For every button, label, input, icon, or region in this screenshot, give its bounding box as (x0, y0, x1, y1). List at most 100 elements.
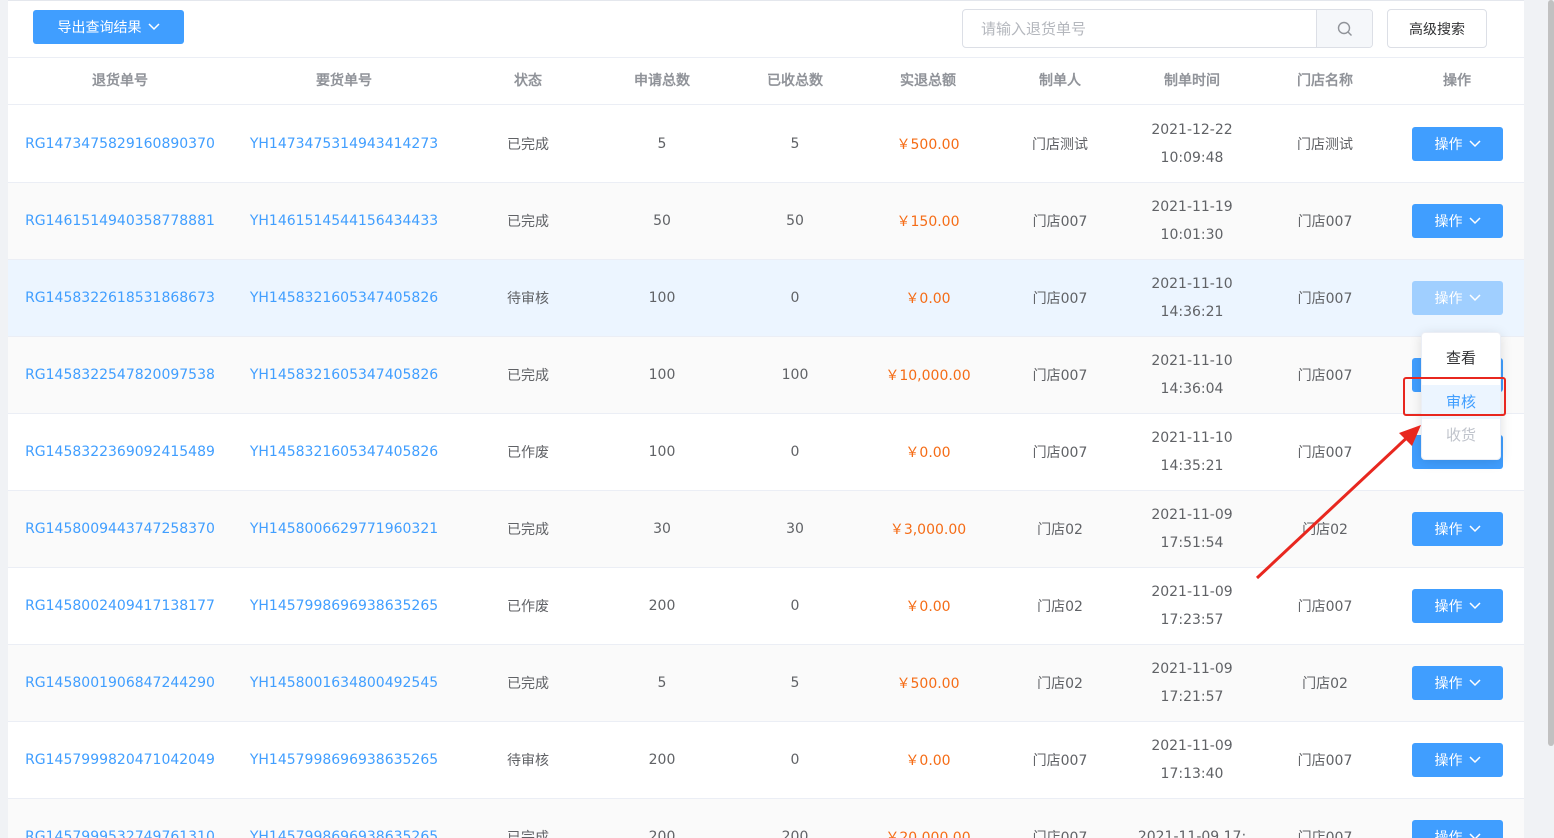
created-time-cell: 2021-11-09 17: (1137, 829, 1247, 838)
advanced-search-button[interactable]: 高级搜索 (1387, 9, 1487, 48)
received-total-cell: 0 (790, 598, 800, 614)
creator-cell: 门店02 (1037, 676, 1083, 692)
apply-total-cell: 100 (648, 444, 676, 460)
apply-total-cell: 5 (657, 136, 667, 152)
col-received-total[interactable]: 已收总数 (745, 58, 845, 104)
order-no-link[interactable]: YH1458001634800492545 (244, 645, 444, 721)
operation-button[interactable]: 操作 (1412, 743, 1503, 777)
order-no-link[interactable]: YH1457998696938635265 (244, 722, 444, 798)
chevron-down-icon (1468, 525, 1481, 533)
operation-button-label: 操作 (1434, 291, 1463, 307)
operation-button[interactable]: 操作 (1412, 820, 1503, 838)
table-row: RG1458322369092415489 YH14583216053474058… (8, 414, 1524, 491)
operation-button[interactable]: 操作 (1412, 589, 1503, 623)
status-cell: 待审核 (507, 291, 549, 307)
created-time-cell: 2021-11-09 17:21:57 (1151, 661, 1233, 705)
created-time-cell: 2021-11-09 17:51:54 (1151, 507, 1233, 551)
return-no-link[interactable]: RG1458009443747258370 (20, 491, 220, 567)
return-no-link[interactable]: RG1473475829160890370 (20, 106, 220, 182)
received-total-cell: 30 (786, 521, 804, 537)
operation-cell: 操作 (1412, 260, 1503, 336)
refund-amount-cell: ￥0.00 (905, 753, 951, 769)
chevron-down-icon (1468, 602, 1481, 610)
dropdown-item-view[interactable]: 查看 (1422, 341, 1500, 375)
received-total-cell: 50 (786, 213, 804, 229)
store-cell: 门店测试 (1297, 137, 1353, 153)
status-cell: 已完成 (507, 676, 549, 692)
refund-amount-cell: ￥500.00 (896, 676, 960, 692)
status-cell: 已完成 (507, 830, 549, 838)
chevron-down-icon (147, 23, 160, 31)
created-time-cell: 2021-12-22 10:09:48 (1151, 122, 1233, 166)
status-cell: 已完成 (507, 137, 549, 153)
table-row: RG1458322547820097538 YH14583216053474058… (8, 337, 1524, 414)
refund-amount-cell: ￥150.00 (896, 214, 960, 230)
operation-cell: 操作 (1412, 799, 1503, 838)
order-no-link[interactable]: YH1461514544156434433 (244, 183, 444, 259)
operation-button[interactable]: 操作 (1412, 512, 1503, 546)
operation-button-label: 操作 (1434, 214, 1463, 230)
order-no-link[interactable]: YH1458006629771960321 (244, 491, 444, 567)
return-no-link[interactable]: RG1457999532749761310 (20, 799, 220, 838)
chevron-down-icon (1468, 217, 1481, 225)
return-no-link[interactable]: RG1458322547820097538 (20, 337, 220, 413)
apply-total-cell: 200 (648, 752, 676, 768)
return-no-link[interactable]: RG1458001906847244290 (20, 645, 220, 721)
apply-total-cell: 200 (648, 829, 676, 838)
order-no-link[interactable]: YH1457998696938635265 (244, 799, 444, 838)
order-no-link[interactable]: YH1473475314943414273 (244, 106, 444, 182)
store-cell: 门店007 (1297, 599, 1353, 615)
received-total-cell: 200 (781, 829, 809, 838)
table-row: RG1458001906847244290 YH14580016348004925… (8, 645, 1524, 722)
store-cell: 门店02 (1302, 522, 1348, 538)
order-no-link[interactable]: YH1458321605347405826 (244, 337, 444, 413)
operation-button[interactable]: 操作 (1412, 204, 1503, 238)
col-status[interactable]: 状态 (478, 58, 578, 104)
search-input[interactable] (963, 10, 1316, 47)
col-creator[interactable]: 制单人 (1010, 58, 1110, 104)
col-apply-total[interactable]: 申请总数 (612, 58, 712, 104)
annotation-highlight-box (1403, 377, 1506, 416)
col-store[interactable]: 门店名称 (1275, 58, 1375, 104)
search-button[interactable] (1316, 10, 1372, 47)
received-total-cell: 5 (790, 675, 800, 691)
return-no-link[interactable]: RG1457999820471042049 (20, 722, 220, 798)
operation-button[interactable]: 操作 (1412, 281, 1503, 315)
apply-total-cell: 100 (648, 290, 676, 306)
table-row: RG1457999820471042049 YH14579986969386352… (8, 722, 1524, 799)
order-no-link[interactable]: YH1458321605347405826 (244, 414, 444, 490)
creator-cell: 门店测试 (1032, 137, 1088, 153)
export-results-button[interactable]: 导出查询结果 (33, 10, 184, 44)
operation-button[interactable]: 操作 (1412, 666, 1503, 700)
return-no-link[interactable]: RG1458322618531868673 (20, 260, 220, 336)
order-no-link[interactable]: YH1458321605347405826 (244, 260, 444, 336)
chevron-down-icon (1468, 833, 1481, 838)
col-order-no[interactable]: 要货单号 (244, 58, 444, 104)
store-cell: 门店007 (1297, 291, 1353, 307)
operation-cell: 操作 (1412, 491, 1503, 567)
table-row: RG1458009443747258370 YH14580066297719603… (8, 491, 1524, 568)
store-cell: 门店007 (1297, 214, 1353, 230)
operation-button[interactable]: 操作 (1412, 127, 1503, 161)
operation-cell: 操作 (1412, 645, 1503, 721)
operation-button-label: 操作 (1434, 137, 1463, 153)
operation-cell: 操作 (1412, 106, 1503, 182)
col-created-time[interactable]: 制单时间 (1132, 58, 1252, 104)
return-no-link[interactable]: RG1458002409417138177 (20, 568, 220, 644)
export-results-label: 导出查询结果 (57, 20, 142, 36)
order-no-link[interactable]: YH1457998696938635265 (244, 568, 444, 644)
col-refund-amount[interactable]: 实退总额 (868, 58, 988, 104)
chevron-down-icon (1468, 140, 1481, 148)
dropdown-item-receive[interactable]: 收货 (1422, 418, 1500, 452)
status-cell: 已作废 (507, 599, 549, 615)
operation-button-label: 操作 (1434, 830, 1463, 838)
table-row: RG1473475829160890370 YH14734753149434142… (8, 106, 1524, 183)
return-no-link[interactable]: RG1461514940358778881 (20, 183, 220, 259)
advanced-search-label: 高级搜索 (1409, 21, 1465, 38)
scrollbar[interactable] (1548, 0, 1554, 746)
table-row: RG1461514940358778881 YH14615145441564344… (8, 183, 1524, 260)
return-no-link[interactable]: RG1458322369092415489 (20, 414, 220, 490)
received-total-cell: 0 (790, 752, 800, 768)
col-return-no[interactable]: 退货单号 (20, 58, 220, 104)
created-time-cell: 2021-11-09 17:23:57 (1151, 584, 1233, 628)
